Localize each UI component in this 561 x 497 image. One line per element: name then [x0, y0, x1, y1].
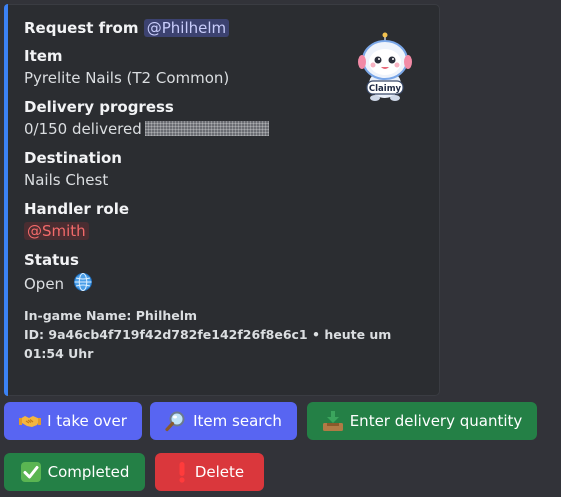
delivery-progress-bar [144, 121, 269, 136]
title-prefix: Request from [24, 19, 139, 37]
completed-button[interactable]: Completed [4, 453, 145, 491]
field-status-value: Open [24, 275, 65, 293]
enter-delivery-quantity-label: Enter delivery quantity [349, 412, 523, 430]
embed-accent-bar [4, 4, 8, 396]
field-progress-value: 0/150 delivered [24, 120, 142, 138]
claimy-mascot-icon: Claimy [351, 32, 419, 102]
field-status-name: Status [24, 251, 79, 269]
mascot-label: Claimy [369, 84, 402, 94]
take-over-button[interactable]: I take over [4, 402, 142, 440]
field-destination-value: Nails Chest [24, 171, 109, 189]
requester-mention[interactable]: @Philhelm [143, 19, 230, 37]
footer-ingame-name: In-game Name: Philhelm [24, 308, 198, 323]
inbox-tray-icon [322, 410, 344, 432]
footer-id-timestamp: ID: 9a46cb4f719f42d782fe142f26f8e6c1 • h… [24, 327, 392, 361]
completed-label: Completed [47, 463, 130, 481]
handshake-icon [19, 410, 42, 432]
exclamation-icon [175, 461, 189, 483]
field-status: Status Open [24, 250, 419, 297]
take-over-label: I take over [47, 412, 127, 430]
field-handler-value-row: @Smith [24, 221, 419, 241]
item-search-label: Item search [193, 412, 282, 430]
field-status-value-row: Open [24, 272, 419, 297]
delete-label: Delete [194, 463, 245, 481]
field-handler-name: Handler role [24, 200, 130, 218]
magnifier-icon [165, 410, 187, 432]
delete-button[interactable]: Delete [155, 453, 264, 491]
item-search-button[interactable]: Item search [150, 402, 297, 440]
field-destination: Destination Nails Chest [24, 148, 419, 190]
field-progress-value-row: 0/150 delivered [24, 119, 419, 139]
field-handler: Handler role @Smith [24, 199, 419, 241]
enter-delivery-quantity-button[interactable]: Enter delivery quantity [307, 402, 537, 440]
embed-footer: In-game Name: Philhelm ID: 9a46cb4f719f4… [24, 306, 419, 363]
field-progress: Delivery progress 0/150 delivered [24, 97, 419, 139]
request-embed: Request from @Philhelm Item Pyrelite Nai… [4, 4, 440, 396]
check-mark-icon [20, 461, 42, 483]
globe-icon [73, 272, 93, 297]
handler-role-mention[interactable]: @Smith [24, 222, 89, 240]
field-destination-name: Destination [24, 149, 122, 167]
